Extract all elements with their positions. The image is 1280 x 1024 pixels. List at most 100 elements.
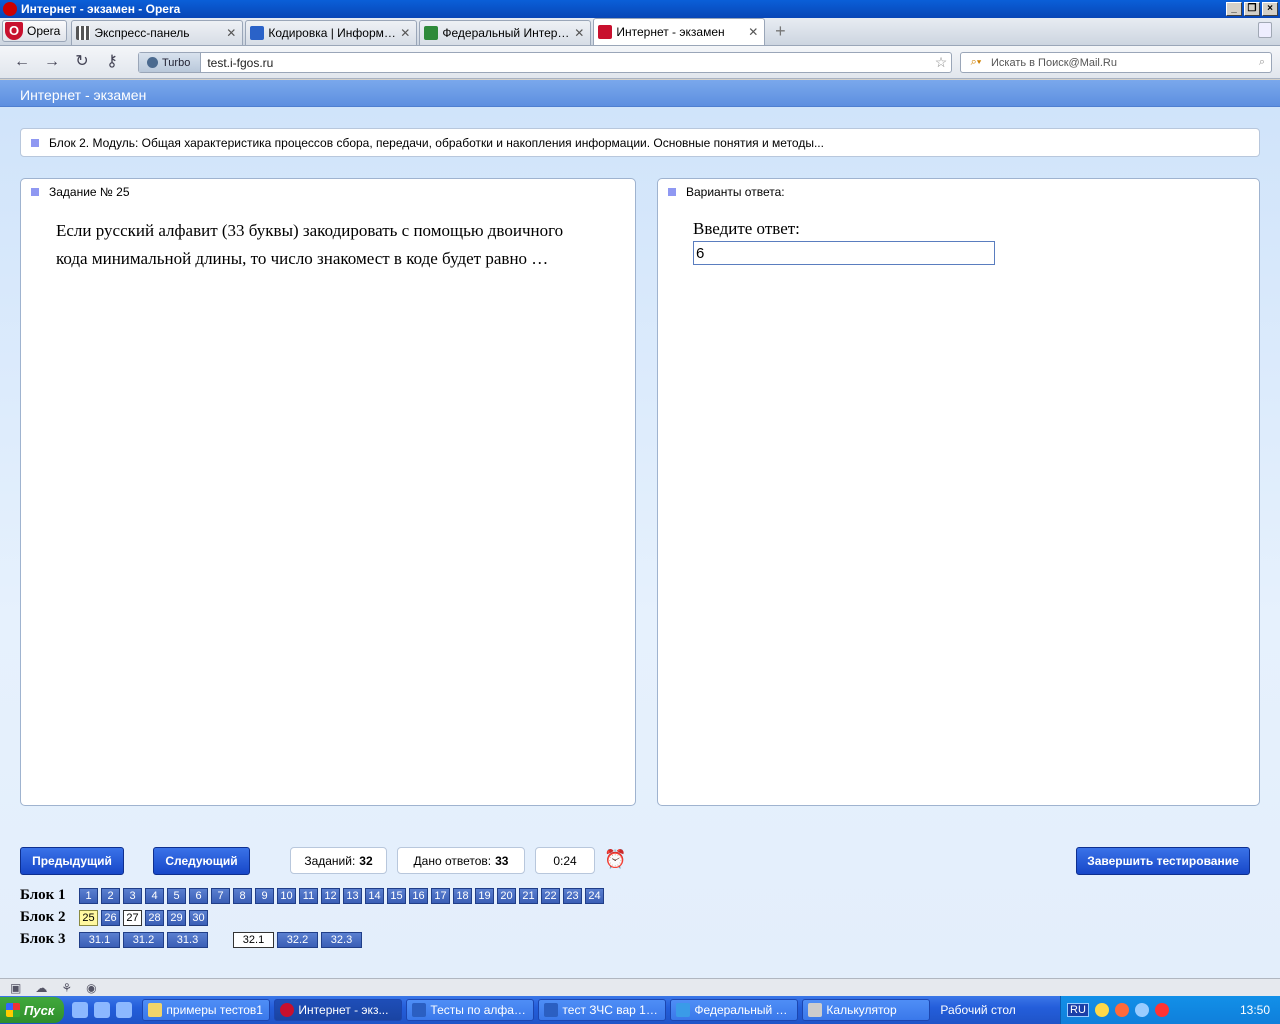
previous-button[interactable]: Предыдущий (20, 847, 124, 875)
question-nav-button[interactable]: 31.2 (123, 932, 164, 948)
answer-label: Введите ответ: (693, 219, 800, 238)
quick-launch (72, 1002, 133, 1018)
question-nav-button[interactable]: 22 (541, 888, 560, 904)
question-nav-button[interactable]: 20 (497, 888, 516, 904)
unite-icon[interactable]: ⚘ (61, 981, 72, 995)
question-nav-button-answered[interactable]: 32.1 (233, 932, 274, 948)
address-bar[interactable]: Turbo test.i-fgos.ru ☆ (138, 52, 952, 73)
question-nav-button[interactable]: 28 (145, 910, 164, 926)
trash-icon[interactable] (1258, 22, 1272, 38)
question-nav-button[interactable]: 29 (167, 910, 186, 926)
key-icon[interactable]: ⚷ (98, 50, 126, 74)
question-nav-button[interactable]: 10 (277, 888, 296, 904)
tab-close-icon[interactable]: ✕ (748, 25, 758, 39)
question-nav-button[interactable]: 14 (365, 888, 384, 904)
tab-federal[interactable]: Федеральный Интерне... ✕ (419, 20, 592, 45)
question-nav-button[interactable]: 12 (321, 888, 340, 904)
opera-logo-icon (3, 2, 17, 16)
taskbar-button-ie[interactable]: Федеральный Ин... (670, 999, 799, 1021)
minimize-icon[interactable]: _ (1226, 2, 1242, 16)
question-nav-button[interactable]: 23 (563, 888, 582, 904)
new-tab-icon[interactable]: + (769, 21, 791, 43)
question-nav-button[interactable]: 15 (387, 888, 406, 904)
taskbar-button-word-test[interactable]: тест ЗЧС вар 1.d... (538, 999, 667, 1021)
answer-input[interactable] (693, 241, 995, 265)
taskbar-button-opera[interactable]: Интернет - экз... (274, 999, 403, 1021)
reload-icon[interactable]: ↻ (68, 50, 96, 74)
page-header: Интернет - экзамен (0, 80, 1280, 107)
taskbar-button-word-tests[interactable]: Тесты по алфави... (406, 999, 535, 1021)
question-nav-button[interactable]: 30 (189, 910, 208, 926)
question-nav-button-answered[interactable]: 27 (123, 910, 142, 926)
question-nav-button[interactable]: 2 (101, 888, 120, 904)
block-1-items: 1 2 3 4 5 6 7 8 9 10 11 12 13 14 15 16 1… (79, 888, 604, 904)
browser-icon[interactable] (94, 1002, 111, 1018)
panel-toggle-icon[interactable]: ▣ (10, 981, 21, 995)
question-nav-button[interactable]: 7 (211, 888, 230, 904)
tab-express-panel[interactable]: Экспресс-панель ✕ (71, 20, 244, 45)
mail-icon[interactable] (1154, 1003, 1169, 1017)
question-nav-button[interactable]: 9 (255, 888, 274, 904)
question-nav-button[interactable]: 4 (145, 888, 164, 904)
window-titlebar: Интернет - экзамен - Opera _ ❐ × (0, 0, 1280, 18)
forward-icon[interactable]: → (38, 50, 66, 74)
search-icon[interactable]: ⌕ (1253, 56, 1271, 69)
question-nav-button[interactable]: 31.3 (167, 932, 208, 948)
help-icon[interactable] (1094, 1003, 1109, 1017)
question-nav-button[interactable]: 16 (409, 888, 428, 904)
tab-internet-exam[interactable]: Интернет - экзамен ✕ (593, 18, 766, 45)
taskbar-button-calculator[interactable]: Калькулятор (802, 999, 931, 1021)
question-nav-button[interactable]: 17 (431, 888, 450, 904)
close-icon[interactable]: × (1262, 2, 1278, 16)
opera-menu-button[interactable]: O Opera (2, 20, 68, 42)
antivirus-icon[interactable] (1114, 1003, 1129, 1017)
tab-close-icon[interactable]: ✕ (226, 26, 236, 40)
speed-dial-icon[interactable]: ◉ (86, 981, 96, 995)
question-nav-button[interactable]: 32.3 (321, 932, 362, 948)
question-nav-button[interactable]: 6 (189, 888, 208, 904)
block-title-bar: Блок 2. Модуль: Общая характеристика про… (20, 128, 1260, 157)
question-nav-button[interactable]: 1 (79, 888, 98, 904)
question-nav-button[interactable]: 13 (343, 888, 362, 904)
search-engine-icon[interactable]: ⌕▾ (961, 56, 991, 69)
taskbar-button-examples[interactable]: примеры тестов1 (142, 999, 271, 1021)
question-nav-button[interactable]: 31.1 (79, 932, 120, 948)
question-nav-button[interactable]: 24 (585, 888, 604, 904)
search-placeholder[interactable]: Искать в Поиск@Mail.Ru (991, 57, 1253, 69)
taskbar-button-label: примеры тестов1 (166, 1003, 263, 1017)
question-nav-button[interactable]: 3 (123, 888, 142, 904)
question-nav-button[interactable]: 32.2 (277, 932, 318, 948)
tab-close-icon[interactable]: ✕ (400, 26, 410, 40)
back-icon[interactable]: ← (8, 50, 36, 74)
url-text[interactable]: test.i-fgos.ru (201, 56, 931, 70)
question-nav-button[interactable]: 8 (233, 888, 252, 904)
ie-icon[interactable] (72, 1002, 89, 1018)
desktop-toolbar-label[interactable]: Рабочий стол (940, 1003, 1015, 1017)
window-title: Интернет - экзамен - Opera (21, 2, 181, 16)
question-nav-button[interactable]: 18 (453, 888, 472, 904)
folder-icon (148, 1003, 163, 1017)
finish-test-button[interactable]: Завершить тестирование (1076, 847, 1250, 875)
folder-icon[interactable] (116, 1002, 133, 1018)
tab-close-icon[interactable]: ✕ (574, 26, 584, 40)
question-nav-button[interactable]: 11 (299, 888, 318, 904)
question-nav-button[interactable]: 19 (475, 888, 494, 904)
network-icon[interactable] (1134, 1003, 1149, 1017)
start-button[interactable]: Пуск (0, 997, 65, 1023)
bookmark-star-icon[interactable]: ☆ (931, 54, 951, 71)
search-box[interactable]: ⌕▾ Искать в Поиск@Mail.Ru ⌕ (960, 52, 1272, 73)
calculator-icon (808, 1003, 823, 1017)
question-nav-button[interactable]: 21 (519, 888, 538, 904)
cloud-icon[interactable]: ☁ (35, 981, 47, 995)
question-nav-button[interactable]: 26 (101, 910, 120, 926)
next-button[interactable]: Следующий (153, 847, 250, 875)
tab-encoding[interactable]: Кодировка | Информат... ✕ (245, 20, 418, 45)
turbo-button[interactable]: Turbo (139, 53, 202, 72)
maximize-icon[interactable]: ❐ (1244, 2, 1260, 16)
opera-icon (280, 1003, 295, 1017)
question-nav-button[interactable]: 5 (167, 888, 186, 904)
ie-icon (676, 1003, 691, 1017)
question-nav-button-current[interactable]: 25 (79, 910, 98, 926)
tab-label: Интернет - экзамен (616, 25, 725, 39)
language-indicator[interactable]: RU (1067, 1003, 1089, 1017)
